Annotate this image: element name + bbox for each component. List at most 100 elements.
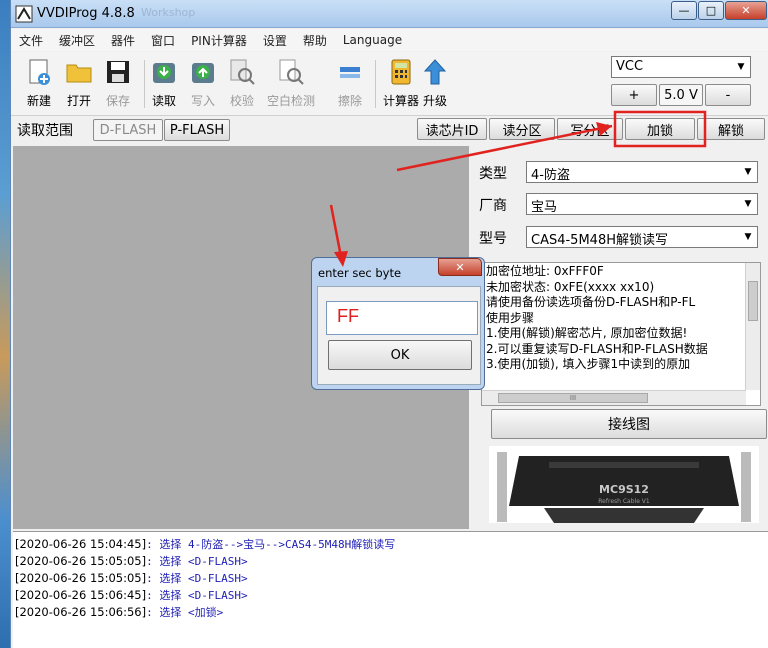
read-chip-id-button[interactable]: 读芯片ID	[417, 118, 487, 140]
model-select-value: CAS4-5M48H解锁读写	[531, 233, 668, 248]
info-line: 请使用备份读选项备份D-FLASH和P-FL	[486, 295, 696, 309]
scroll-thumb[interactable]: III	[498, 393, 648, 403]
dropdown-arrow-icon: ▼	[744, 167, 752, 177]
erase-button[interactable]: 擦除	[330, 58, 370, 112]
menu-window[interactable]: 窗口	[143, 32, 183, 49]
info-line: 未加密状态: 0xFE(xxxx xx10)	[486, 279, 655, 294]
pflash-button[interactable]: P-FLASH	[164, 119, 230, 141]
read-button[interactable]: 读取	[144, 58, 184, 112]
log-message: : 选择 <D-FLASH>	[146, 555, 248, 568]
new-label: 新建	[26, 94, 51, 108]
vcc-voltage-value: 5.0 V	[664, 87, 698, 103]
maker-select[interactable]: 宝马 ▼	[526, 193, 758, 215]
log-timestamp: [2020-06-26 15:05:05]	[15, 554, 147, 568]
dialog-close-button[interactable]: ✕	[438, 258, 482, 276]
info-line: 加密位地址: 0xFFF0F	[486, 264, 604, 278]
chip-write-icon	[192, 63, 214, 83]
app-logo-icon	[15, 5, 33, 23]
sec-byte-value: FF	[337, 306, 359, 326]
lock-button[interactable]: 加锁	[625, 118, 695, 140]
folder-icon	[66, 64, 92, 83]
blank-check-button[interactable]: 空白检测	[267, 58, 315, 112]
log-panel[interactable]: [2020-06-26 15:04:45]: 选择 4-防盗-->宝马-->CA…	[13, 531, 768, 648]
up-arrow-icon	[423, 59, 447, 85]
erase-label: 擦除	[337, 94, 362, 108]
new-button[interactable]: 新建	[19, 58, 59, 112]
blank-check-label: 空白检测	[267, 94, 316, 108]
wiring-diagram-button[interactable]: 接线图	[491, 409, 767, 439]
vcc-select-value: VCC	[616, 59, 644, 74]
menu-help[interactable]: 帮助	[295, 32, 335, 49]
unlock-button[interactable]: 解锁	[697, 118, 765, 140]
menu-device[interactable]: 器件	[103, 32, 143, 49]
vcc-minus-button[interactable]: -	[705, 84, 751, 106]
log-row: [2020-06-26 15:04:45]: 选择 4-防盗-->宝马-->CA…	[13, 536, 768, 553]
minimize-icon: —	[678, 4, 690, 17]
calculator-label: 计算器	[382, 94, 419, 108]
new-file-icon	[29, 59, 50, 85]
dflash-label: D-FLASH	[99, 122, 157, 138]
log-timestamp: [2020-06-26 15:04:45]	[15, 537, 147, 551]
wiring-diagram-label: 接线图	[608, 417, 650, 433]
type-label: 类型	[479, 166, 507, 182]
maker-select-value: 宝马	[531, 200, 558, 215]
open-button[interactable]: 打开	[59, 58, 99, 112]
log-timestamp: [2020-06-26 15:06:45]	[15, 588, 147, 602]
write-button[interactable]: 写入	[183, 58, 223, 112]
vcc-plus-button[interactable]: +	[611, 84, 657, 106]
window-title: VVDIProg 4.8.8	[37, 6, 135, 21]
close-icon: ✕	[455, 260, 465, 274]
info-line: 使用步骤	[486, 310, 535, 325]
log-timestamp: [2020-06-26 15:05:05]	[15, 571, 147, 585]
window-title-ghost: Workshop	[141, 6, 196, 19]
dialog-ok-label: OK	[390, 347, 410, 363]
menu-language[interactable]: Language	[335, 33, 410, 47]
dflash-button[interactable]: D-FLASH	[93, 119, 163, 141]
menu-pin-calc[interactable]: PIN计算器	[183, 32, 255, 49]
menu-settings[interactable]: 设置	[255, 32, 295, 49]
dropdown-arrow-icon: ▼	[744, 199, 752, 209]
save-button[interactable]: 保存	[98, 58, 138, 112]
connector-image: MC9S12 Refresh Cable V1	[489, 446, 759, 523]
read-partition-button[interactable]: 读分区	[489, 118, 555, 140]
toolbar-divider	[375, 60, 376, 108]
app-window: VVDIProg 4.8.8 Workshop — □ ✕ 文件 缓冲区 器件 …	[10, 0, 768, 648]
upgrade-button[interactable]: 升级	[415, 58, 455, 112]
upgrade-label: 升级	[422, 94, 447, 108]
model-select[interactable]: CAS4-5M48H解锁读写 ▼	[526, 226, 758, 248]
verify-button[interactable]: 校验	[222, 58, 262, 112]
maker-label: 厂商	[479, 198, 507, 214]
lock-label: 加锁	[646, 123, 673, 139]
close-button[interactable]: ✕	[725, 1, 767, 20]
read-range-label: 读取范围	[17, 123, 73, 139]
horizontal-scrollbar[interactable]: III	[482, 390, 746, 405]
log-row: [2020-06-26 15:06:56]: 选择 <加锁>	[13, 604, 768, 621]
log-row: [2020-06-26 15:06:45]: 选择 <D-FLASH>	[13, 587, 768, 604]
chip-read-icon	[153, 63, 175, 83]
menu-file[interactable]: 文件	[11, 32, 51, 49]
dialog-ok-button[interactable]: OK	[328, 340, 472, 370]
log-message: : 选择 4-防盗-->宝马-->CAS4-5M48H解锁读写	[146, 538, 396, 551]
menu-buffer[interactable]: 缓冲区	[51, 32, 103, 49]
vcc-minus-label: -	[725, 87, 731, 103]
blank-check-icon	[279, 59, 304, 85]
device-info-text[interactable]: 加密位地址: 0xFFF0F 未加密状态: 0xFE(xxxx xx10) 请使…	[481, 262, 761, 406]
dropdown-arrow-icon: ▼	[737, 62, 745, 72]
vertical-scrollbar[interactable]	[745, 263, 760, 390]
read-label: 读取	[151, 94, 176, 108]
minimize-button[interactable]: —	[671, 1, 697, 20]
log-message: : 选择 <D-FLASH>	[146, 589, 248, 602]
read-chip-id-label: 读芯片ID	[425, 123, 479, 139]
connector-label: MC9S12	[599, 483, 649, 496]
type-select[interactable]: 4-防盗 ▼	[526, 161, 758, 183]
info-line: 3.使用(加锁), 填入步骤1中读到的原加	[486, 357, 691, 371]
vcc-voltage-display: 5.0 V	[659, 84, 703, 106]
vcc-select[interactable]: VCC ▼	[611, 56, 751, 78]
vcc-plus-label: +	[628, 87, 640, 103]
write-partition-button[interactable]: 写分区	[557, 118, 623, 140]
sec-byte-dialog: enter sec byte ✕ FF OK	[311, 257, 485, 390]
scroll-thumb[interactable]	[748, 281, 758, 321]
sec-byte-input[interactable]: FF	[326, 301, 478, 335]
action-row: 读取范围 D-FLASH P-FLASH 读芯片ID 读分区 写分区 加锁 解锁	[11, 116, 768, 144]
maximize-button[interactable]: □	[698, 1, 724, 20]
